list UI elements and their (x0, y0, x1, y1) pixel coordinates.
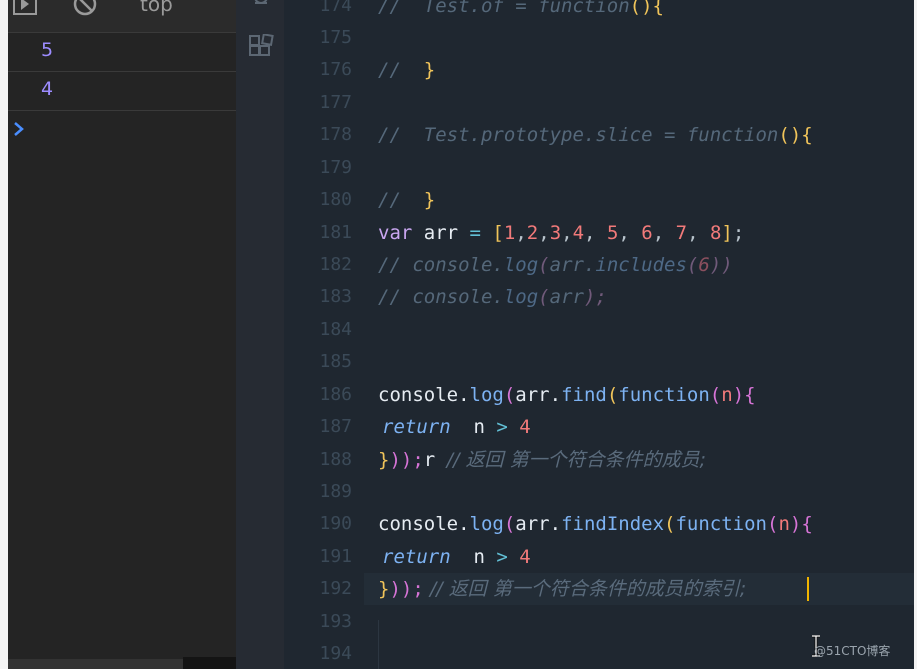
console-output-value: 5 (41, 39, 54, 61)
watermark: @51CTO博客 (814, 644, 891, 658)
code-line: // Test.prototype.slice = function(){ (378, 124, 813, 146)
search-icon[interactable] (250, 0, 272, 14)
line-number: 188 (319, 449, 352, 470)
line-number: 184 (319, 319, 352, 340)
code-line: console.log(arr.find(function(n){ (378, 384, 756, 406)
code-line: // } (378, 189, 436, 211)
code-line: // console.log(arr.includes(6)) (378, 254, 733, 276)
code-line: return n > 4 (382, 546, 531, 568)
line-number: 175 (319, 27, 352, 48)
line-number: 191 (319, 546, 352, 567)
line-number: 174 (319, 0, 352, 16)
line-number: 194 (319, 643, 352, 664)
devtools-console-panel: top 5 4 (8, 0, 237, 669)
line-number-gutter: 174 175 176 177 178 179 180 181 182 183 … (284, 0, 364, 669)
line-number: 181 (319, 222, 352, 243)
console-output-row: 4 (8, 72, 236, 111)
console-toolbar: top (8, 0, 236, 33)
code-line: // console.log(arr); (378, 286, 607, 308)
code-line: return n > 4 (382, 416, 531, 438)
drawer-tab[interactable] (183, 657, 236, 669)
line-number: 178 (319, 124, 352, 145)
console-prompt-chevron-icon[interactable] (12, 120, 26, 142)
extensions-icon[interactable] (248, 33, 274, 64)
console-drawer-tabs (8, 657, 236, 669)
code-line: // Test.of = function(){ (378, 0, 664, 17)
code-line: }));r // 返回 第一个符合条件的成员; (378, 449, 706, 471)
code-line: })); // 返回 第一个符合条件的成员的索引; (378, 578, 747, 600)
clear-console-icon[interactable] (72, 0, 98, 18)
line-number: 189 (319, 481, 352, 502)
code-line: var arr = [1,2,3,4, 5, 6, 7, 8]; (378, 222, 745, 244)
indent-guide (378, 620, 379, 669)
line-number: 176 (319, 59, 352, 80)
line-number: 187 (319, 416, 352, 437)
context-selector[interactable]: top (140, 0, 173, 16)
line-number: 180 (319, 189, 352, 210)
line-number: 192 (319, 578, 352, 599)
line-number: 185 (319, 351, 352, 372)
code-line: console.log(arr.findIndex(function(n){ (378, 513, 813, 535)
code-editor[interactable]: 174 175 176 177 178 179 180 181 182 183 … (284, 0, 914, 669)
line-number: 190 (319, 513, 352, 534)
line-number: 177 (319, 92, 352, 113)
line-number: 186 (319, 384, 352, 405)
code-line: // } (378, 59, 436, 81)
line-number: 179 (319, 157, 352, 178)
activity-bar (236, 0, 284, 669)
console-output-row: 5 (8, 33, 236, 72)
line-number: 193 (319, 611, 352, 632)
line-number: 183 (319, 286, 352, 307)
line-number: 182 (319, 254, 352, 275)
console-output-value: 4 (41, 78, 54, 100)
text-caret (807, 577, 809, 601)
sidebar-toggle-icon[interactable] (12, 0, 38, 18)
